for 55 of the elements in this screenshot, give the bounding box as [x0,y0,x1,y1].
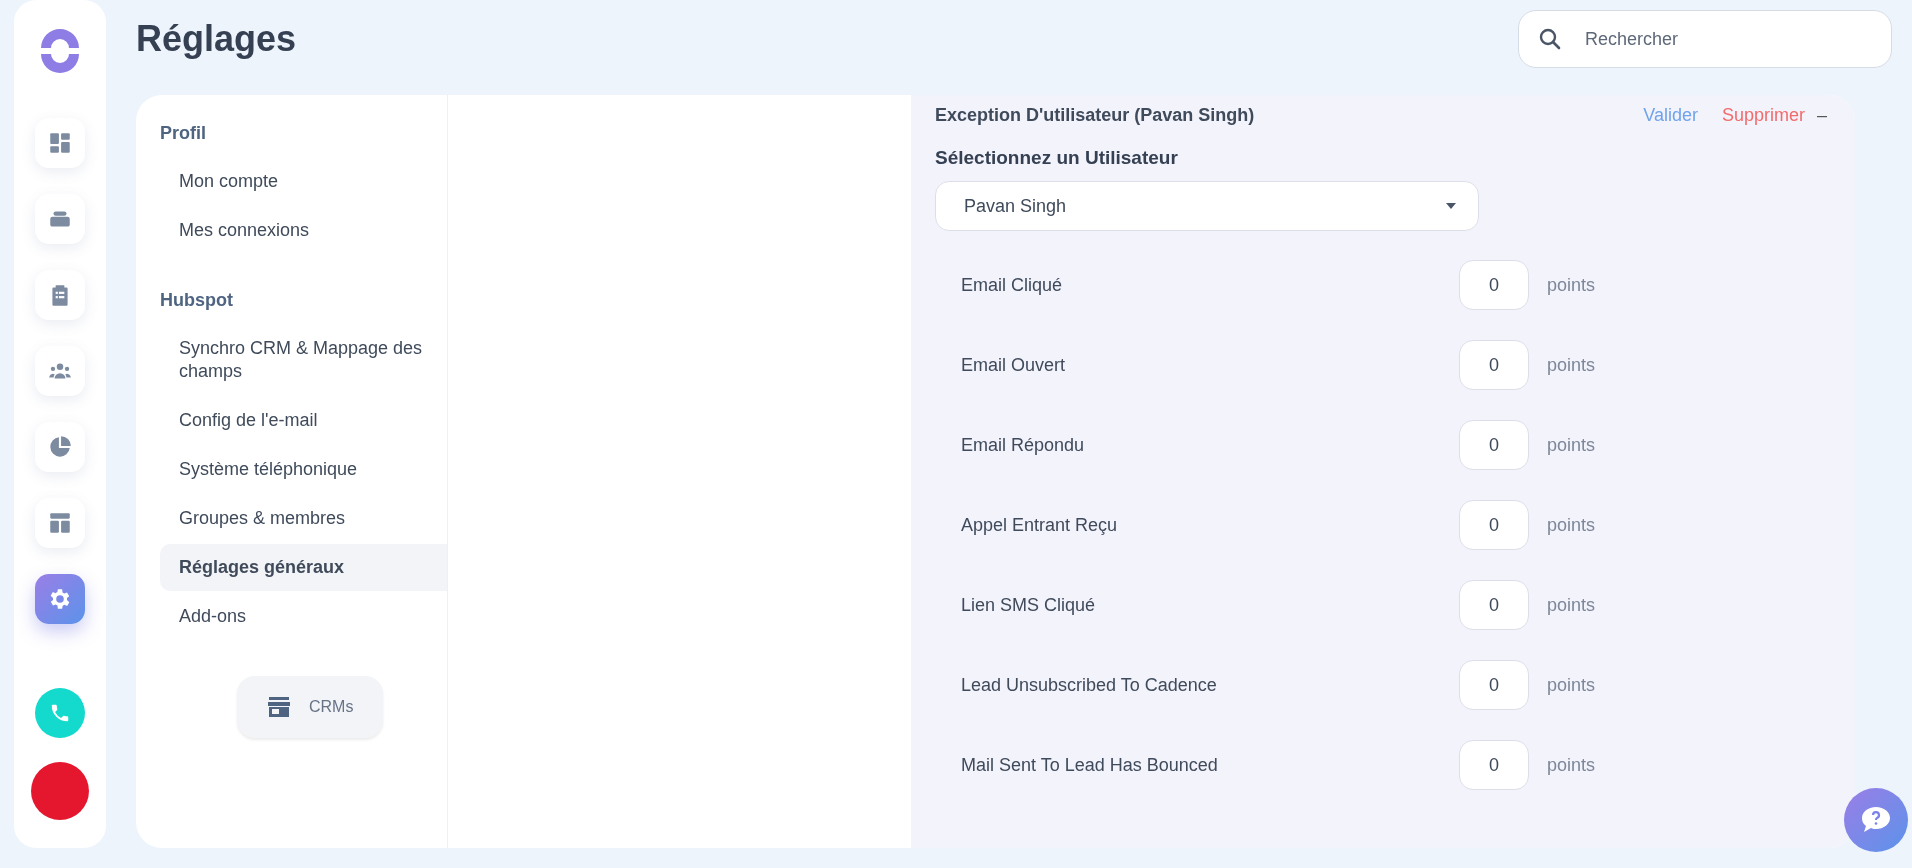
unit-label: points [1547,354,1596,376]
layout-icon [47,510,73,536]
nav-button[interactable] [35,422,85,472]
menu-item[interactable]: Config de l'e-mail [160,397,447,444]
crms-button[interactable]: CRMs [237,676,384,738]
unit-label: points [1547,594,1596,616]
user-dropdown[interactable]: Pavan Singh [935,181,1479,231]
menu-item[interactable]: Système téléphonique [160,446,447,493]
points-input[interactable]: 0 [1459,420,1529,470]
unit-label: points [1547,514,1596,536]
event-label: Email Cliqué [961,274,1064,296]
points-input[interactable]: 0 [1459,660,1529,710]
points-input[interactable]: 0 [1459,260,1529,310]
section-title: Exception D'utilisateur (Pavan Singh) [935,104,1256,126]
points-input[interactable]: 0 [1459,580,1529,630]
event-label: Email Ouvert [961,354,1067,376]
points-input[interactable]: 0 [1459,340,1529,390]
menu-item[interactable]: Groupes & membres [160,495,447,542]
collapse-button[interactable]: – [1817,104,1827,126]
event-label: Lead Unsubscribed To Cadence [961,674,1218,696]
nav-button[interactable] [35,346,85,396]
phone-button[interactable] [35,688,85,738]
field-label: Sélectionnez un Utilisateur [935,147,1179,169]
unit-label: points [1547,754,1596,776]
store-icon [267,696,291,718]
unit-label: points [1547,274,1596,296]
nav-button[interactable] [35,118,85,168]
unit-label: points [1547,434,1596,456]
menu-section-title: Hubspot [160,289,234,311]
menu-item[interactable]: Mes connexions [160,207,447,254]
menu-section-title: Profil [160,122,207,144]
event-label: Lien SMS Cliqué [961,594,1097,616]
chart-icon [47,434,73,460]
points-input[interactable]: 0 [1459,500,1529,550]
nav-button[interactable] [35,498,85,548]
nav-button[interactable] [35,574,85,624]
search-icon [1538,27,1562,51]
points-input[interactable]: 0 [1459,740,1529,790]
nav-button[interactable] [35,194,85,244]
event-label: Mail Sent To Lead Has Bounced [961,754,1219,776]
menu-item[interactable]: Réglages généraux [160,544,447,591]
help-chat-icon [1860,805,1892,835]
page-title: Réglages [136,18,297,60]
dashboard-icon [47,130,73,156]
event-label: Appel Entrant Reçu [961,514,1119,536]
search-field[interactable]: Rechercher [1518,10,1892,68]
menu-item[interactable]: Mon compte [160,158,447,205]
caret-icon [1446,203,1456,209]
event-label: Email Répondu [961,434,1086,456]
avatar[interactable] [31,762,89,820]
nav-button[interactable] [35,270,85,320]
menu-item[interactable]: Add-ons [160,593,447,640]
phone-icon [49,702,71,724]
menu-item[interactable]: Synchro CRM & Mappage des champs [160,325,447,395]
unit-label: points [1547,674,1596,696]
